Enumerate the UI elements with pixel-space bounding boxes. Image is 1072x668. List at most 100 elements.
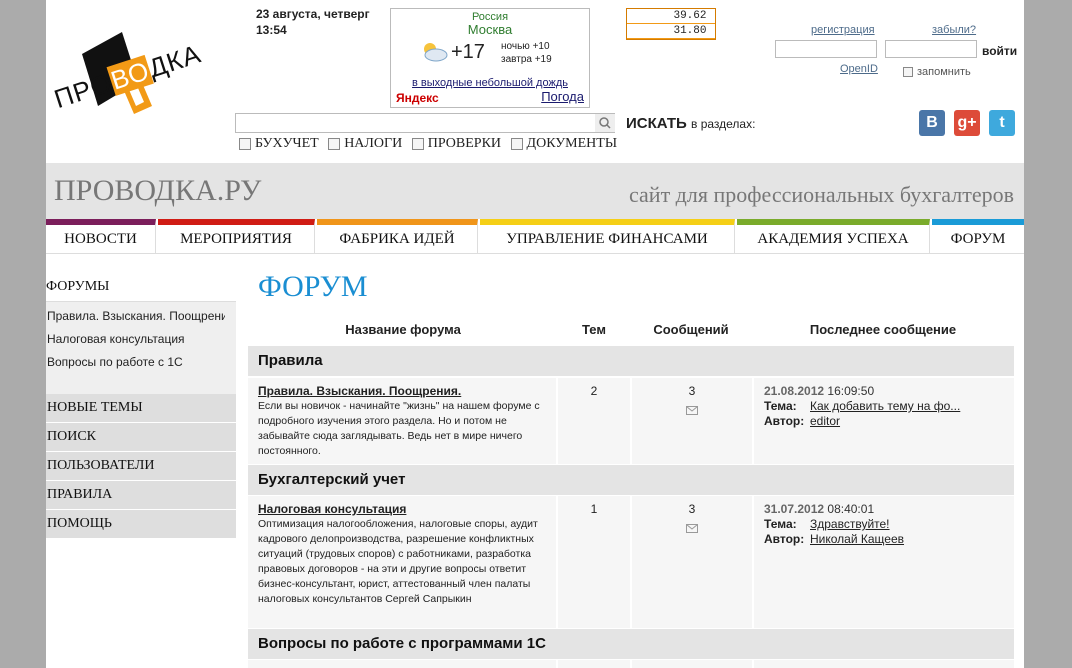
- login-field[interactable]: [775, 40, 877, 58]
- twitter-icon[interactable]: t: [989, 110, 1015, 136]
- messages-cell: [632, 660, 754, 668]
- currency-code: EUR: [637, 10, 661, 22]
- yandex-logo[interactable]: Яндекс: [396, 91, 439, 105]
- category-nalogi[interactable]: НАЛОГИ: [328, 136, 402, 151]
- remember-checkbox[interactable]: [903, 67, 913, 78]
- section-title: Вопросы по работе с программами 1С: [258, 635, 546, 652]
- section-title: Правила: [258, 352, 323, 369]
- forecast-night: ночью +10: [501, 41, 550, 52]
- vk-icon[interactable]: В: [919, 110, 945, 136]
- topics-cell: 1: [558, 496, 632, 628]
- sidebar-forum-link[interactable]: Налоговая консультация: [47, 332, 225, 346]
- nav-academy[interactable]: АКАДЕМИЯ УСПЕХА: [737, 219, 930, 253]
- search-categories: БУХУЧЕТ НАЛОГИ ПРОВЕРКИ ДОКУМЕНТЫ: [239, 136, 623, 152]
- nav-divider: [46, 253, 1024, 254]
- sidebar-item-users[interactable]: ПОЛЬЗОВАТЕЛИ: [46, 452, 236, 481]
- category-checkbox[interactable]: [328, 137, 341, 150]
- author-link[interactable]: editor: [810, 414, 840, 429]
- col-messages: Сообщений: [653, 322, 729, 337]
- search-input[interactable]: [235, 113, 615, 133]
- last-post-cell: [754, 660, 1014, 668]
- page-title: ФОРУМ: [258, 270, 368, 303]
- forum-title-link[interactable]: Правила. Взыскания. Поощрения.: [258, 384, 461, 398]
- sidebar-forum-link[interactable]: Вопросы по работе с 1С: [47, 355, 225, 369]
- forum-cell: Правила. Взыскания. Поощрения. Если вы н…: [248, 378, 558, 464]
- remember-me[interactable]: запомнить: [903, 66, 971, 78]
- topics-count: 1: [590, 502, 598, 516]
- time-text: 13:54: [256, 23, 287, 37]
- last-post-author: Автор: editor: [764, 414, 841, 429]
- sidebar-item-search[interactable]: ПОИСК: [46, 423, 236, 452]
- nav-news[interactable]: НОВОСТИ: [46, 219, 156, 253]
- forum-title-link[interactable]: Налоговая консультация: [258, 502, 406, 516]
- sidebar-item-label: ПОИСК: [47, 429, 97, 444]
- weather-link[interactable]: Погода: [541, 89, 584, 104]
- forum-cell: Налоговая консультация Оптимизация налог…: [248, 496, 558, 628]
- messages-cell: 3: [632, 378, 754, 464]
- last-topic-link[interactable]: Как добавить тему на фо...: [810, 399, 960, 414]
- password-field[interactable]: [885, 40, 977, 58]
- category-dokumenty[interactable]: ДОКУМЕНТЫ: [510, 136, 617, 151]
- currency-usd: USD 31.80: [627, 24, 715, 38]
- openid-link[interactable]: OpenID: [840, 63, 878, 75]
- google-plus-icon[interactable]: g+: [954, 110, 980, 136]
- weather-city: Москва: [467, 22, 513, 37]
- currency-value: 31.80: [669, 25, 711, 37]
- search-icon[interactable]: [595, 114, 615, 132]
- messages-count: 3: [688, 384, 696, 398]
- main-nav: НОВОСТИ МЕРОПРИЯТИЯ ФАБРИКА ИДЕЙ УПРАВЛЕ…: [46, 219, 1024, 253]
- section-title: Бухгалтерский учет: [258, 471, 406, 488]
- col-last-message: Последнее сообщение: [809, 322, 957, 337]
- weather-note-link[interactable]: в выходные небольшой дождь: [391, 77, 589, 89]
- sidebar-item-label: ПОМОЩЬ: [47, 516, 112, 531]
- sidebar-item-rules[interactable]: ПРАВИЛА: [46, 481, 236, 510]
- section-header: Правила: [248, 346, 1014, 376]
- category-checkbox[interactable]: [411, 137, 424, 150]
- messages-cell: 3: [632, 496, 754, 628]
- topics-count: 2: [590, 384, 598, 398]
- sidebar-head: ФОРУМЫ: [46, 271, 236, 302]
- date-text: 23 августа, четверг: [256, 7, 370, 21]
- weather-temp: +17: [451, 41, 485, 63]
- envelope-icon: [686, 406, 698, 415]
- partly-cloudy-icon: [424, 43, 448, 62]
- last-topic-link[interactable]: Здравствуйте!: [810, 517, 890, 532]
- last-post-date: 31.07.2012 08:40:01: [764, 502, 875, 516]
- nav-forum[interactable]: ФОРУМ: [932, 219, 1024, 253]
- site-tagline: сайт для профессиональных бухгалтеров: [629, 182, 1014, 207]
- login-button[interactable]: войти: [982, 44, 1017, 58]
- weather-widget: Россия Москва +17 ночью +10 завтра +19 в…: [390, 8, 590, 108]
- currency-code: USD: [637, 25, 661, 37]
- sidebar-item-label: ПОЛЬЗОВАТЕЛИ: [47, 458, 155, 473]
- category-proverki[interactable]: ПРОВЕРКИ: [411, 136, 501, 151]
- envelope-icon: [686, 524, 698, 533]
- forum-description: Оптимизация налогообложения, налоговые с…: [258, 518, 538, 605]
- sidebar-item-label: ПРАВИЛА: [47, 487, 113, 502]
- topics-cell: 2: [558, 378, 632, 464]
- register-link[interactable]: регистрация: [811, 24, 875, 36]
- sidebar-forums-title[interactable]: ФОРУМЫ: [46, 279, 109, 295]
- nav-finance[interactable]: УПРАВЛЕНИЕ ФИНАНСАМИ: [480, 219, 735, 253]
- sidebar-item-help[interactable]: ПОМОЩЬ: [46, 510, 236, 539]
- forgot-password-link[interactable]: забыли?: [932, 24, 976, 36]
- weather-forecast: ночью +10 завтра +19: [501, 40, 552, 66]
- category-bukhuchet[interactable]: БУХУЧЕТ: [239, 136, 319, 151]
- category-checkbox[interactable]: [239, 137, 251, 150]
- category-checkbox[interactable]: [510, 137, 523, 150]
- last-post-author: Автор: Николай Кащеев: [764, 532, 905, 547]
- last-post-topic: Тема: Здравствуйте!: [764, 517, 890, 532]
- nav-events[interactable]: МЕРОПРИЯТИЯ: [158, 219, 315, 253]
- section-header: Вопросы по работе с программами 1С: [248, 629, 1014, 659]
- messages-count: 3: [688, 502, 696, 516]
- current-date: 23 августа, четверг 13:54: [256, 6, 370, 38]
- sidebar-forum-link[interactable]: Правила. Взыскания. Поощрения.: [47, 309, 225, 323]
- nav-ideas[interactable]: ФАБРИКА ИДЕЙ: [317, 219, 478, 253]
- author-link[interactable]: Николай Кащеев: [810, 532, 904, 547]
- sidebar-item-new-topics[interactable]: НОВЫЕ ТЕМЫ: [46, 394, 236, 423]
- col-forum-name: Название форума: [345, 322, 461, 337]
- forecast-tomorrow: завтра +19: [501, 54, 552, 65]
- remember-label: запомнить: [917, 66, 971, 78]
- table-row: [248, 660, 1014, 668]
- last-post-cell: 31.07.2012 08:40:01 Тема: Здравствуйте! А…: [754, 496, 1014, 628]
- last-post-cell: 21.08.2012 16:09:50 Тема: Как добавить те…: [754, 378, 1014, 464]
